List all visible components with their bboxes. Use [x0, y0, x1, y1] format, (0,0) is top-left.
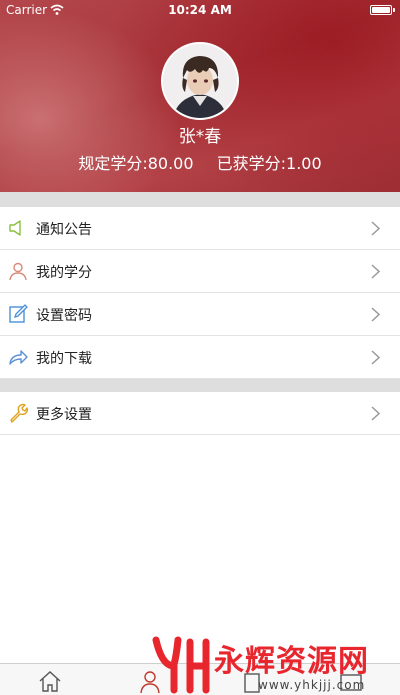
- share-icon: [9, 350, 28, 365]
- section-separator: [0, 379, 400, 392]
- menu-item-downloads[interactable]: 我的下载: [0, 336, 400, 379]
- status-bar: Carrier 10:24 AM: [0, 0, 400, 20]
- section-separator: [0, 192, 400, 207]
- menu-label-credits: 我的学分: [36, 265, 92, 281]
- watermark-text: 永辉资源网: [214, 644, 369, 679]
- speaker-icon: [9, 220, 21, 236]
- battery-icon: [370, 5, 392, 15]
- menu-label-notices: 通知公告: [36, 222, 92, 238]
- watermark-url: www.yhkjjj.com: [258, 678, 366, 692]
- menu-item-password[interactable]: 设置密码: [0, 293, 400, 336]
- credits-row: 规定学分:80.00 已获学分:1.00: [0, 150, 400, 174]
- required-credits: 规定学分:80.00: [78, 154, 194, 173]
- watermark-logo: [152, 636, 210, 694]
- profile-header: Carrier 10:24 AM 张*春 规定学分:80.00 已获学分:1.0…: [0, 0, 400, 192]
- menu-label-password: 设置密码: [36, 308, 92, 324]
- menu-item-more-settings[interactable]: 更多设置: [0, 392, 400, 435]
- user-icon: [9, 262, 27, 281]
- chevron-right-icon: [371, 307, 380, 322]
- user-name: 张*春: [178, 127, 222, 147]
- home-icon[interactable]: [37, 668, 63, 694]
- chevron-right-icon: [371, 264, 380, 279]
- status-time: 10:24 AM: [168, 3, 232, 17]
- chevron-right-icon: [371, 406, 380, 421]
- battery-tip: [393, 8, 395, 12]
- earned-credits: 已获学分:1.00: [216, 154, 322, 173]
- menu-item-notices[interactable]: 通知公告: [0, 207, 400, 250]
- avatar[interactable]: [161, 42, 239, 120]
- menu-item-credits[interactable]: 我的学分: [0, 250, 400, 293]
- wrench-icon: [10, 403, 28, 423]
- menu-label-downloads: 我的下载: [36, 351, 92, 367]
- menu-label-more-settings: 更多设置: [36, 407, 92, 423]
- chevron-right-icon: [371, 350, 380, 365]
- edit-icon: [9, 304, 28, 323]
- avatar-image: [163, 44, 237, 118]
- watermark: 永辉资源网 www.yhkjjj.com: [152, 634, 400, 695]
- chevron-right-icon: [371, 221, 380, 236]
